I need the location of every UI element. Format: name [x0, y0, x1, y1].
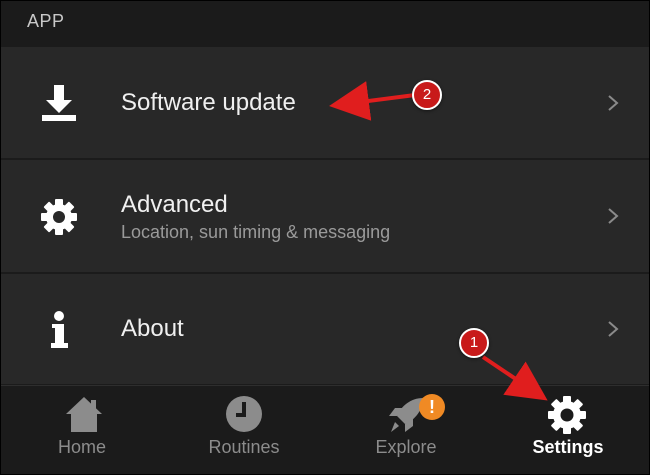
tab-label: Routines: [208, 437, 280, 457]
gear-icon: [41, 199, 77, 235]
row-title: Advanced: [121, 191, 228, 218]
tab-routines[interactable]: Routines: [163, 386, 325, 474]
section-header-label: APP: [27, 11, 65, 31]
bottom-tab-bar: Home Routines ! Explore Settings: [1, 385, 649, 474]
clock-icon: [226, 396, 262, 432]
annotation-marker-1: 1: [459, 328, 489, 358]
settings-screen: APP Software update Advanced Location, s…: [1, 1, 649, 474]
chevron-right-icon: [608, 321, 619, 337]
tab-label: Explore: [375, 437, 437, 457]
annotation-marker-2: 2: [412, 80, 442, 110]
settings-row-about[interactable]: About: [1, 274, 649, 384]
section-header: APP: [1, 1, 649, 46]
chevron-right-icon: [608, 95, 619, 111]
settings-row-advanced[interactable]: Advanced Location, sun timing & messagin…: [1, 160, 649, 272]
home-icon: [66, 397, 102, 432]
row-title: Software update: [121, 89, 296, 116]
gear-icon: [548, 396, 586, 434]
tab-settings[interactable]: Settings: [487, 386, 649, 474]
settings-row-software-update[interactable]: Software update: [1, 47, 649, 158]
tab-explore[interactable]: ! Explore: [325, 386, 487, 474]
notification-badge: !: [419, 394, 445, 420]
tab-label: Home: [57, 437, 106, 457]
row-subtitle: Location, sun timing & messaging: [121, 222, 391, 242]
row-title: About: [121, 315, 184, 342]
tab-home[interactable]: Home: [1, 386, 163, 474]
chevron-right-icon: [608, 208, 619, 224]
tab-label: Settings: [532, 437, 604, 457]
info-icon: [51, 311, 68, 348]
download-icon: [42, 85, 76, 121]
